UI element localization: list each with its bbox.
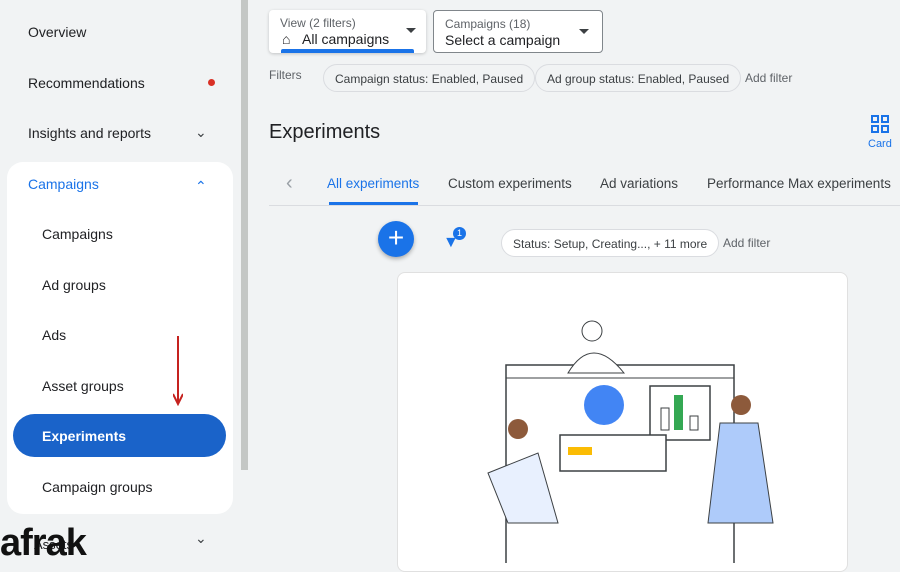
- campaigns-value: Select a campaign: [445, 32, 561, 48]
- campaigns-label: Campaigns (18): [445, 17, 531, 31]
- filter-chip-ad-group-status[interactable]: Ad group status: Enabled, Paused: [535, 64, 742, 92]
- home-icon: ⌂: [282, 31, 291, 47]
- page-title: Experiments: [269, 121, 381, 143]
- nav-recommendations[interactable]: Recommendations: [28, 75, 145, 91]
- chevron-down-icon[interactable]: ⌄: [195, 530, 207, 547]
- status-filter-chip[interactable]: Status: Setup, Creating..., + 11 more: [501, 229, 720, 257]
- campaigns-group: [7, 162, 233, 514]
- empty-state-card: [397, 272, 848, 572]
- sidebar: Overview Recommendations Insights and re…: [0, 0, 240, 564]
- notification-dot: [208, 79, 215, 86]
- tabs-prev-icon[interactable]: ‹: [286, 172, 293, 195]
- nav-ad-groups[interactable]: Ad groups: [42, 277, 106, 293]
- tab-all-experiments[interactable]: All experiments: [327, 176, 419, 191]
- sidebar-scrollbar[interactable]: [241, 0, 248, 470]
- filter-chip-campaign-status[interactable]: Campaign status: Enabled, Paused: [323, 64, 536, 92]
- nav-ads[interactable]: Ads: [42, 327, 66, 343]
- filter-count-badge: 1: [453, 227, 466, 240]
- view-value: All campaigns: [302, 31, 390, 47]
- chevron-down-icon[interactable]: ⌄: [195, 124, 207, 141]
- add-filter-link[interactable]: Add filter: [745, 71, 792, 85]
- add-experiment-button[interactable]: +: [378, 221, 414, 257]
- add-filter-link[interactable]: Add filter: [723, 236, 770, 250]
- nav-campaign-groups[interactable]: Campaign groups: [42, 479, 153, 495]
- nav-experiments[interactable]: Experiments: [42, 428, 126, 444]
- campaign-dropdown[interactable]: Campaigns (18) Select a campaign: [433, 10, 603, 53]
- nav-overview[interactable]: Overview: [28, 24, 86, 40]
- nav-campaigns[interactable]: Campaigns: [42, 226, 113, 242]
- card-view-label[interactable]: Card: [868, 138, 892, 150]
- tab-performance-max[interactable]: Performance Max experiments: [707, 176, 891, 191]
- tab-ad-variations[interactable]: Ad variations: [600, 176, 678, 191]
- experiments-illustration: [487, 320, 774, 566]
- chevron-up-icon[interactable]: ⌃: [195, 178, 207, 195]
- nav-campaigns-group[interactable]: Campaigns: [28, 176, 99, 192]
- red-arrow-annotation: [173, 336, 183, 406]
- tabs-divider: [269, 205, 900, 206]
- dropdown-arrow-icon: [579, 29, 589, 34]
- selected-indicator: [281, 49, 414, 53]
- nav-insights[interactable]: Insights and reports: [28, 125, 151, 141]
- tab-custom-experiments[interactable]: Custom experiments: [448, 176, 572, 191]
- view-dropdown[interactable]: View (2 filters) All campaigns ⌂: [269, 10, 426, 53]
- view-label: View (2 filters): [280, 16, 356, 30]
- dropdown-arrow-icon: [406, 28, 416, 33]
- filters-label: Filters: [269, 68, 302, 82]
- card-view-icon[interactable]: [871, 115, 889, 133]
- nav-asset-groups[interactable]: Asset groups: [42, 378, 124, 394]
